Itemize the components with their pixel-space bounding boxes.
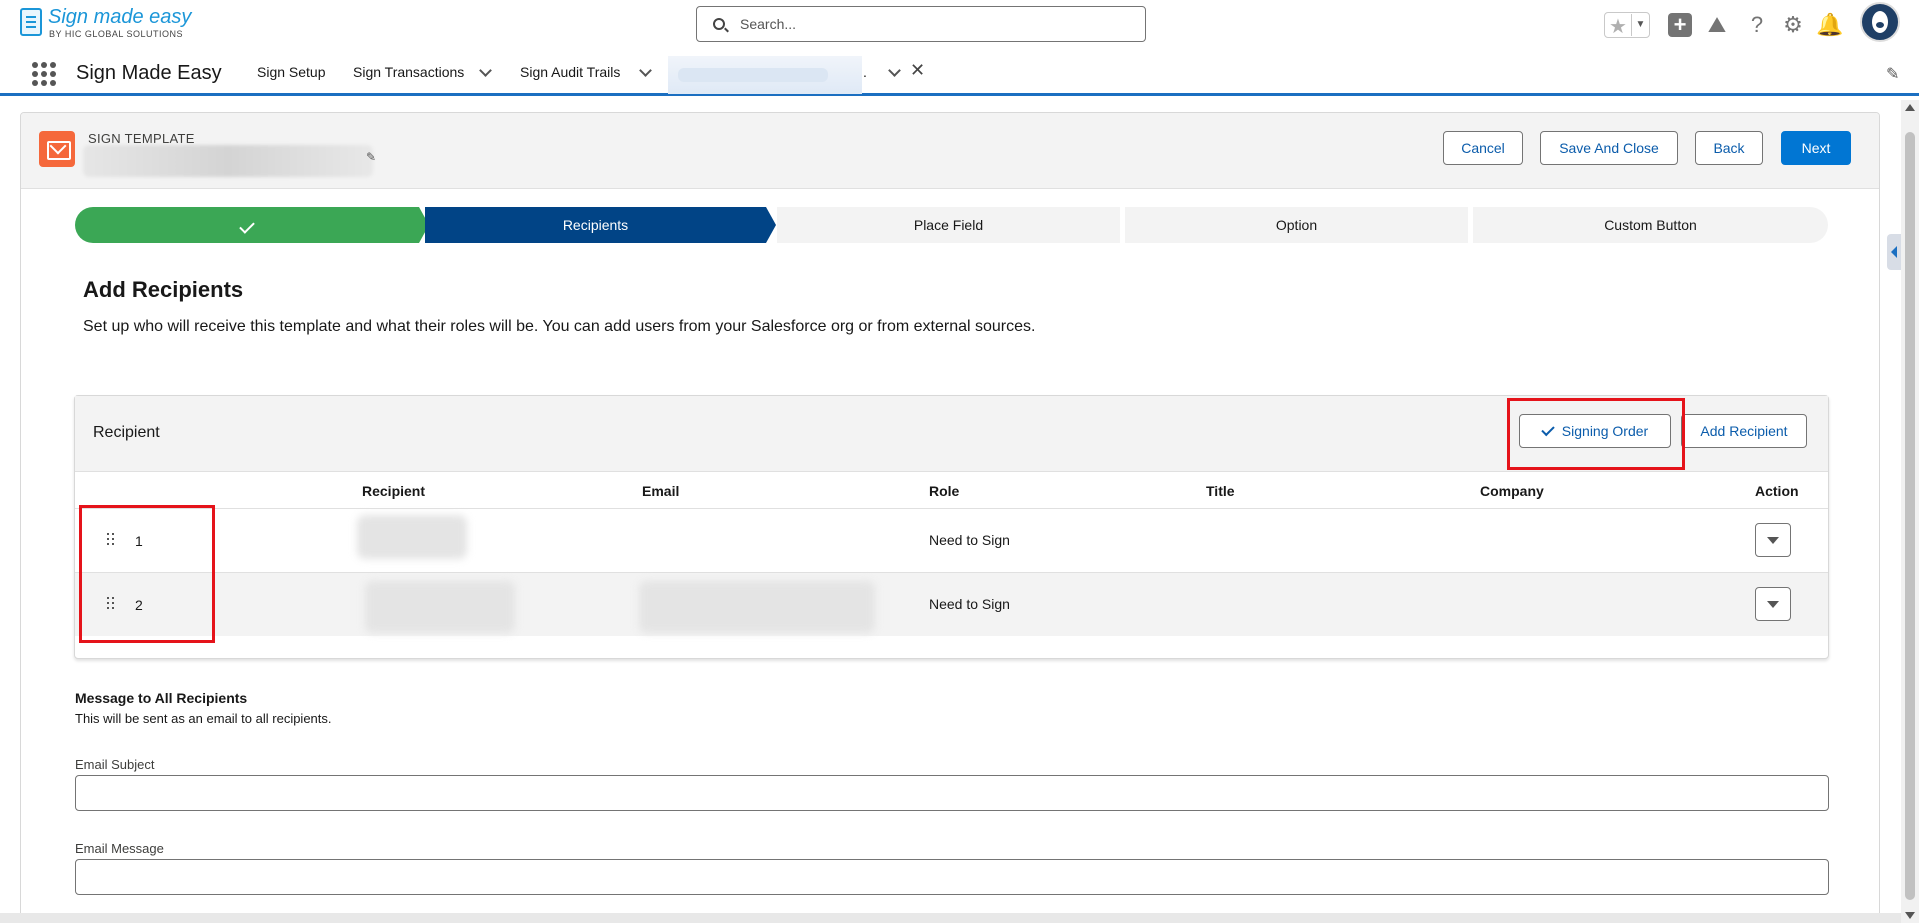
row-action-menu-button[interactable] (1755, 523, 1791, 557)
page-scrollbar[interactable] (1901, 100, 1919, 923)
back-button[interactable]: Back (1695, 131, 1763, 165)
logo-document-icon (20, 8, 42, 36)
chevron-down-icon[interactable] (889, 66, 899, 76)
recipient-name-redacted (357, 515, 467, 559)
message-section-description: This will be sent as an email to all rec… (75, 711, 332, 726)
setup-gear-icon[interactable]: ⚙ (1780, 12, 1806, 38)
favorites-star-icon: ★ (1609, 16, 1627, 38)
global-search-input[interactable]: Search... (696, 6, 1146, 42)
table-row[interactable]: 1 Need to Sign (75, 508, 1828, 572)
nav-item-sign-setup[interactable]: Sign Setup (257, 64, 326, 80)
email-subject-field[interactable] (75, 775, 1829, 811)
checkmark-icon (239, 218, 255, 234)
active-record-tab[interactable] (668, 56, 862, 94)
help-icon[interactable]: ? (1744, 12, 1770, 38)
path-stage-recipients[interactable]: Recipients (425, 207, 766, 243)
chevron-down-icon[interactable] (480, 66, 490, 76)
cancel-button[interactable]: Cancel (1443, 131, 1523, 165)
add-icon[interactable]: + (1668, 13, 1692, 37)
logo-text: Sign made easy (48, 6, 192, 28)
email-subject-label: Email Subject (75, 757, 155, 772)
chevron-down-icon[interactable] (640, 66, 650, 76)
scroll-down-icon[interactable] (1905, 912, 1915, 919)
recipients-card: Recipient Signing Order Add Recipient Re… (74, 395, 1829, 659)
add-recipient-button[interactable]: Add Recipient (1681, 414, 1807, 448)
recipient-name-redacted (365, 581, 515, 633)
table-row[interactable]: 2 Need to Sign (75, 572, 1828, 636)
highlight-box-signing-order (1507, 398, 1685, 470)
email-template-icon (39, 131, 75, 167)
scroll-up-icon[interactable] (1905, 104, 1915, 111)
message-section-title: Message to All Recipients (75, 690, 248, 706)
section-description: Set up who will receive this template an… (83, 318, 1036, 335)
email-message-field[interactable] (75, 859, 1829, 895)
nav-item-sign-audit-trails[interactable]: Sign Audit Trails (520, 64, 620, 80)
app-name: Sign Made Easy (76, 62, 222, 84)
record-header: SIGN TEMPLATE ✎ Cancel Save And Close Ba… (21, 113, 1879, 189)
column-header-role: Role (929, 483, 960, 499)
highlight-box-order-numbers (79, 505, 215, 643)
search-icon (713, 18, 725, 30)
notifications-bell-icon[interactable]: 🔔 (1816, 12, 1843, 38)
email-message-label: Email Message (75, 841, 164, 856)
record-type-label: SIGN TEMPLATE (88, 131, 195, 146)
column-header-title: Title (1206, 483, 1235, 499)
recipient-role: Need to Sign (929, 596, 1010, 612)
edit-name-pencil-icon[interactable]: ✎ (366, 150, 376, 164)
section-title: Add Recipients (83, 277, 244, 302)
search-placeholder: Search... (740, 16, 797, 32)
app-launcher-icon[interactable] (32, 62, 56, 86)
scrollbar-thumb[interactable] (1905, 132, 1915, 900)
path-stage-custom-button[interactable]: Custom Button (1473, 207, 1828, 243)
close-tab-icon[interactable]: ✕ (910, 60, 925, 81)
column-header-email: Email (642, 483, 680, 499)
logo-subtitle: BY HIC GLOBAL SOLUTIONS (49, 29, 184, 39)
recipients-card-title: Recipient (93, 424, 160, 441)
recipient-email-redacted (639, 581, 875, 633)
edit-nav-pencil-icon[interactable]: ✎ (1886, 64, 1899, 84)
avatar[interactable] (1860, 2, 1900, 42)
template-wizard: SIGN TEMPLATE ✎ Cancel Save And Close Ba… (20, 112, 1880, 923)
nav-item-sign-transactions[interactable]: Sign Transactions (353, 64, 464, 80)
favorites-dropdown-icon[interactable]: ▼ (1631, 14, 1649, 36)
record-name-redacted (83, 145, 373, 177)
wizard-path: Recipients Place Field Option Custom But… (75, 207, 1828, 243)
column-header-company: Company (1480, 483, 1544, 499)
bottom-utility-bar (0, 913, 1901, 923)
column-header-recipient: Recipient (362, 483, 426, 499)
trailhead-icon[interactable]: ⛰ (1704, 12, 1730, 38)
path-stage-place-field[interactable]: Place Field (777, 207, 1120, 243)
side-panel-toggle[interactable] (1887, 234, 1901, 270)
row-action-menu-button[interactable] (1755, 587, 1791, 621)
active-tab-label: . (863, 64, 867, 80)
recipient-role: Need to Sign (929, 532, 1010, 548)
save-and-close-button[interactable]: Save And Close (1540, 131, 1678, 165)
app-logo[interactable]: Sign made easy BY HIC GLOBAL SOLUTIONS (20, 6, 220, 42)
path-stage-complete[interactable] (75, 207, 419, 243)
column-header-action: Action (1755, 483, 1799, 499)
global-header: Sign made easy BY HIC GLOBAL SOLUTIONS S… (0, 0, 1919, 50)
path-stage-option[interactable]: Option (1125, 207, 1468, 243)
next-button[interactable]: Next (1781, 131, 1851, 165)
app-nav-bar: Sign Made Easy Sign Setup Sign Transacti… (0, 50, 1919, 96)
favorites-button[interactable]: ★ ▼ (1604, 12, 1650, 38)
